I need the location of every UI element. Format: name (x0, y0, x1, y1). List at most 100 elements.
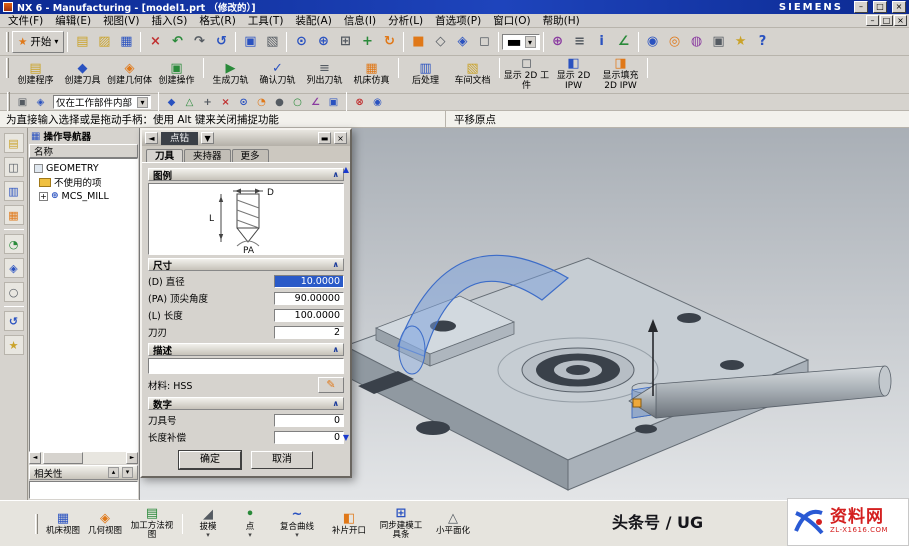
description-input[interactable] (148, 358, 344, 374)
name-column-header[interactable]: 名称 (29, 144, 138, 158)
layer-settings-icon[interactable]: ≡ (569, 31, 591, 53)
geometry-view-button[interactable]: ◈ 几何视图 (85, 512, 125, 536)
dialog-scroll-down-icon[interactable]: ▼ (343, 433, 349, 442)
measure-icon[interactable]: ∠ (613, 31, 635, 53)
restore-button[interactable]: □ (873, 1, 887, 13)
part-navigator-icon[interactable]: ▥ (4, 181, 24, 201)
section-dimensions[interactable]: 尺寸 ∧ (148, 258, 344, 271)
snap-angle-icon[interactable]: ∠ (307, 95, 324, 109)
show-filled-2d-ipw-button[interactable]: ◨ 显示填充 2D IPW (597, 58, 644, 91)
navigator-tree[interactable]: GEOMETRY 不使用的项 + ⊕ MCS_MILL (29, 158, 138, 452)
tab-holder[interactable]: 夹持器 (184, 149, 231, 162)
tool-dialog[interactable]: ◄ 点钻 ▼ ▬ × 刀具 夹持器 更多 ▲ ▼ 图例 ∧ (140, 128, 352, 478)
create-geometry-button[interactable]: ◈ 创建几何体 (106, 58, 153, 91)
menu-window[interactable]: 窗口(O) (487, 13, 536, 28)
menu-view[interactable]: 视图(V) (97, 13, 145, 28)
undo-icon[interactable]: ↶ (166, 31, 188, 53)
snap-control-point-icon[interactable]: + (199, 95, 216, 109)
menu-help[interactable]: 帮助(H) (537, 13, 586, 28)
save-icon[interactable]: ▦ (115, 31, 137, 53)
shape-filter-icon[interactable]: ◈ (32, 95, 49, 109)
visualization-icon[interactable]: ◍ (686, 31, 708, 53)
hd3d-tools-icon[interactable]: ◈ (4, 258, 24, 278)
material-edit-button[interactable]: ✎ (318, 377, 344, 393)
point-angle-field[interactable]: 90.00000 (274, 292, 344, 305)
section-numbers[interactable]: 数字 ∧ (148, 397, 344, 410)
expand-icon[interactable]: + (39, 192, 48, 201)
cancel-button[interactable]: 取消 (251, 451, 313, 469)
machine-view-button[interactable]: ▦ 机床视图 (43, 512, 83, 536)
method-view-button[interactable]: ▤ 加工方法视图 (127, 507, 177, 540)
verify-toolpath-button[interactable]: ✓ 确认刀轨 (254, 58, 301, 91)
isometric-view-icon[interactable]: ◈ (451, 31, 473, 53)
collapse-icon[interactable]: ∧ (333, 345, 340, 354)
paste-icon[interactable]: ▧ (261, 31, 283, 53)
tree-item-geometry[interactable]: GEOMETRY (31, 161, 136, 175)
dialog-close-icon[interactable]: × (334, 132, 347, 144)
scroll-left-icon[interactable]: ◄ (29, 452, 41, 464)
draft-button[interactable]: ◢ 拔模 ▾ (188, 508, 228, 539)
synchronous-modeling-button[interactable]: ⊞ 同步建模工具条 (376, 507, 426, 540)
snapshot-icon[interactable]: ▣ (708, 31, 730, 53)
dependencies-section-header[interactable]: 相关性 ▴ ▾ (29, 465, 138, 480)
start-menu-button[interactable]: ★ 开始 ▾ (12, 31, 64, 53)
constraint-navigator-icon[interactable]: ◫ (4, 157, 24, 177)
toolbar-grip[interactable] (6, 58, 9, 78)
panel-down-icon[interactable]: ▾ (122, 467, 133, 478)
child-minimize-button[interactable]: – (866, 15, 879, 26)
rotate-view-icon[interactable]: ↻ (378, 31, 400, 53)
menu-format[interactable]: 格式(R) (193, 13, 242, 28)
tool-contact-marker[interactable] (633, 399, 641, 407)
dialog-drag-icon[interactable]: ▬ (318, 132, 331, 144)
toolbar-grip[interactable] (7, 92, 10, 112)
generate-toolpath-button[interactable]: ▶ 生成刀轨 (207, 58, 254, 91)
open-icon[interactable]: ▨ (93, 31, 115, 53)
close-button[interactable]: × (892, 1, 906, 13)
machine-simulation-button[interactable]: ▦ 机床仿真 (348, 58, 395, 91)
assembly-navigator-icon[interactable]: ▤ (4, 133, 24, 153)
create-operation-button[interactable]: ▣ 创建操作 (153, 58, 200, 91)
snap-mid-point-icon[interactable]: △ (181, 95, 198, 109)
snap-end-point-icon[interactable]: ◆ (163, 95, 180, 109)
title-bar[interactable]: NX 6 - Manufacturing - [model1.prt （修改的）… (0, 0, 909, 14)
zoom-icon[interactable]: ⊙ (290, 31, 312, 53)
menu-edit[interactable]: 编辑(E) (49, 13, 97, 28)
menu-analysis[interactable]: 分析(L) (382, 13, 429, 28)
wireframe-display-icon[interactable]: ◇ (429, 31, 451, 53)
line-width-dropdown[interactable]: ▬ ▾ (502, 34, 539, 50)
web-browser-icon[interactable]: ○ (4, 282, 24, 302)
snap-arc-center-icon[interactable]: ⊙ (235, 95, 252, 109)
create-tool-button[interactable]: ◆ 创建刀具 (59, 58, 106, 91)
patch-opening-button[interactable]: ◧ 补片开口 (324, 512, 374, 536)
front-view-icon[interactable]: ◻ (473, 31, 495, 53)
operation-navigator-icon[interactable]: ▦ (4, 205, 24, 225)
horizontal-scrollbar[interactable]: ◄ ► (29, 452, 138, 464)
fit-view-icon[interactable]: ⊞ (334, 31, 356, 53)
delete-icon[interactable]: × (144, 31, 166, 53)
scroll-track[interactable] (41, 452, 126, 464)
point-button[interactable]: • 点 ▾ (230, 508, 270, 539)
ok-button[interactable]: 确定 (179, 451, 241, 469)
minimize-button[interactable]: – (854, 1, 868, 13)
dialog-scroll-up-icon[interactable]: ▲ (343, 165, 349, 174)
diameter-field[interactable]: 10.0000 (274, 275, 344, 288)
menu-preferences[interactable]: 首选项(P) (429, 13, 487, 28)
type-filter-icon[interactable]: ▣ (14, 95, 31, 109)
section-description[interactable]: 描述 ∧ (148, 343, 344, 356)
panel-up-icon[interactable]: ▴ (108, 467, 119, 478)
snap-quadrant-icon[interactable]: ◔ (253, 95, 270, 109)
shaded-display-icon[interactable]: ■ (407, 31, 429, 53)
create-program-button[interactable]: ▤ 创建程序 (12, 58, 59, 91)
collapse-icon[interactable]: ∧ (333, 260, 340, 269)
postprocess-button[interactable]: ▥ 后处理 (402, 58, 449, 91)
material-library-icon[interactable]: ◎ (664, 31, 686, 53)
tree-item-unused[interactable]: 不使用的项 (31, 175, 136, 189)
dialog-menu-icon[interactable]: ▼ (201, 132, 214, 144)
snap-point-icon[interactable]: ◉ (642, 31, 664, 53)
information-icon[interactable]: i (591, 31, 613, 53)
wcs-icon[interactable]: ⊕ (547, 31, 569, 53)
redo-icon[interactable]: ↷ (188, 31, 210, 53)
length-adjust-field[interactable]: 0 (274, 431, 344, 444)
menu-assemblies[interactable]: 装配(A) (289, 13, 337, 28)
list-toolpath-button[interactable]: ≡ 列出刀轨 (301, 58, 348, 91)
